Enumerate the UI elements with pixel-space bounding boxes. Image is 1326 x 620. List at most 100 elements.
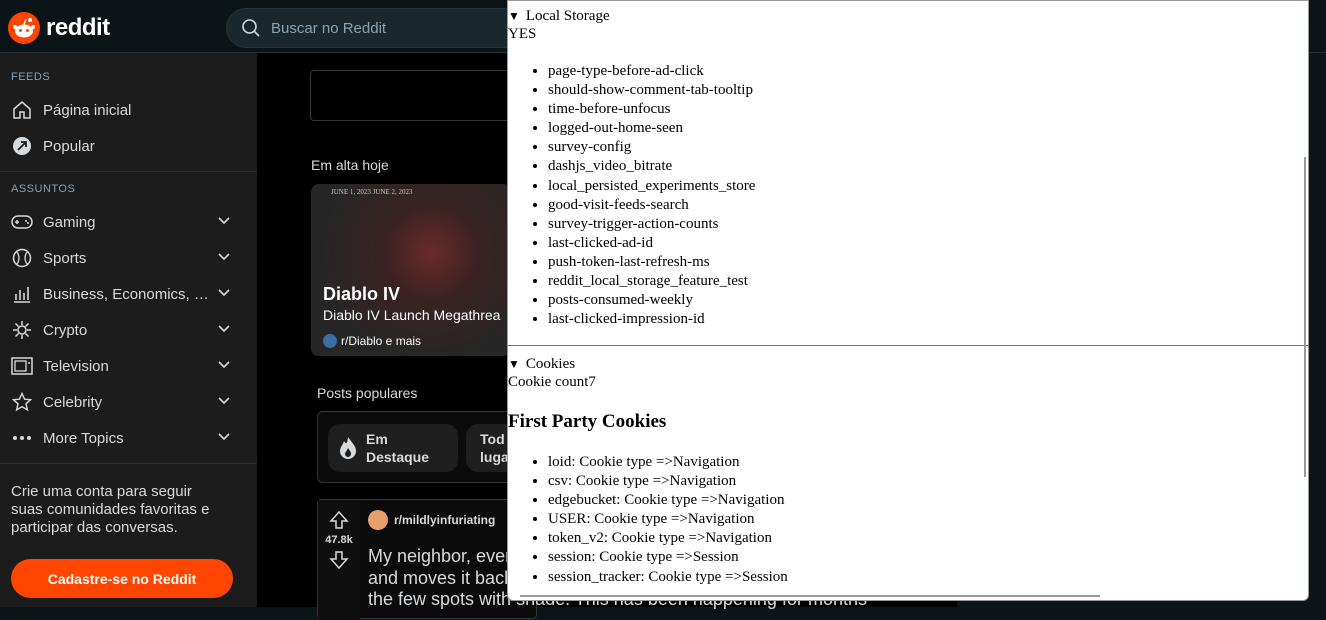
trending-card-image bbox=[311, 184, 511, 356]
subreddit-avatar[interactable] bbox=[368, 510, 388, 530]
list-item: dashjs_video_bitrate bbox=[548, 157, 755, 176]
local-storage-label: Local Storage bbox=[525, 8, 610, 24]
list-item: reddit_local_storage_feature_test bbox=[548, 272, 755, 291]
feeds-heading: FEEDS bbox=[11, 71, 51, 83]
left-sidebar: FEEDS Página inicial Popular ASSUNTOS Ga… bbox=[0, 53, 257, 607]
triangle-down-icon: ▼ bbox=[508, 9, 520, 23]
list-item: session: Cookie type =>Session bbox=[548, 548, 788, 567]
triangle-down-icon: ▼ bbox=[508, 357, 520, 371]
logo-text: reddit bbox=[46, 14, 110, 41]
sidebar-item-label: Business, Economics, a... bbox=[43, 285, 213, 303]
list-item: posts-consumed-weekly bbox=[548, 291, 755, 310]
tab-em-destaque[interactable]: Em Destaque bbox=[328, 424, 458, 472]
reddit-logo[interactable]: reddit bbox=[8, 12, 110, 44]
search-bar[interactable] bbox=[226, 8, 526, 48]
sidebar-item-business[interactable]: Business, Economics, a... bbox=[0, 276, 257, 312]
list-item: token_v2: Cookie type =>Navigation bbox=[548, 529, 788, 548]
tv-icon bbox=[11, 355, 33, 377]
sidebar-item-home[interactable]: Página inicial bbox=[0, 92, 257, 128]
sidebar-item-popular[interactable]: Popular bbox=[0, 128, 257, 164]
chevron-down-icon[interactable] bbox=[217, 322, 231, 336]
search-input[interactable] bbox=[269, 18, 503, 38]
cookies-toggle[interactable]: ▼ Cookies bbox=[508, 356, 575, 373]
sidebar-item-television[interactable]: Television bbox=[0, 348, 257, 384]
list-item: page-type-before-ad-click bbox=[548, 62, 755, 81]
trending-heading: Em alta hoje bbox=[311, 157, 389, 173]
list-item: session_tracker: Cookie type =>Session bbox=[548, 568, 788, 587]
cookies-label: Cookies bbox=[525, 356, 576, 372]
sidebar-item-label: Sports bbox=[43, 249, 87, 267]
list-item: last-clicked-impression-id bbox=[548, 310, 755, 329]
list-item: edgebucket: Cookie type =>Navigation bbox=[548, 491, 788, 510]
search-icon bbox=[242, 19, 260, 37]
popular-posts-heading: Posts populares bbox=[317, 385, 418, 401]
list-item: good-visit-feeds-search bbox=[548, 196, 755, 215]
sidebar-divider bbox=[0, 463, 257, 464]
list-item: USER: Cookie type =>Navigation bbox=[548, 510, 788, 529]
downvote-icon[interactable] bbox=[329, 550, 349, 570]
topics-heading: ASSUNTOS bbox=[11, 183, 76, 195]
sidebar-divider bbox=[0, 171, 257, 172]
local-storage-key-list: page-type-before-ad-click should-show-co… bbox=[530, 62, 755, 329]
chevron-down-icon[interactable] bbox=[217, 430, 231, 444]
list-item: survey-trigger-action-counts bbox=[548, 215, 755, 234]
chart-icon bbox=[11, 283, 33, 305]
vote-column: 47.8k bbox=[318, 500, 360, 620]
list-item: csv: Cookie type =>Navigation bbox=[548, 472, 788, 491]
card-dates: JUNE 1, 2023 JUNE 2, 2023 bbox=[331, 188, 413, 196]
signup-cta-text: Crie uma conta para seguir suas comunida… bbox=[11, 483, 210, 536]
chevron-down-icon[interactable] bbox=[217, 214, 231, 228]
sidebar-item-gaming[interactable]: Gaming bbox=[0, 204, 257, 240]
sidebar-item-label: Popular bbox=[43, 137, 95, 155]
sidebar-item-label: Crypto bbox=[43, 321, 88, 339]
popular-icon bbox=[11, 135, 33, 157]
sidebar-item-more-topics[interactable]: More Topics bbox=[0, 420, 257, 456]
flame-icon bbox=[340, 437, 356, 459]
crypto-icon bbox=[11, 319, 33, 341]
sort-tabs: Em Destaque Tod luga bbox=[317, 411, 526, 483]
trending-card[interactable]: JUNE 1, 2023 JUNE 2, 2023 Diablo IV Diab… bbox=[311, 184, 511, 356]
tab-label: Tod luga bbox=[480, 431, 509, 465]
sidebar-item-label: Celebrity bbox=[43, 393, 103, 411]
signup-button[interactable]: Cadastre-se no Reddit bbox=[11, 559, 233, 598]
first-party-heading: First Party Cookies bbox=[508, 411, 667, 432]
sidebar-item-crypto[interactable]: Crypto bbox=[0, 312, 257, 348]
sidebar-item-sports[interactable]: Sports bbox=[0, 240, 257, 276]
home-icon bbox=[11, 99, 33, 121]
vote-count: 47.8k bbox=[325, 534, 353, 546]
sidebar-item-celebrity[interactable]: Celebrity bbox=[0, 384, 257, 420]
local-storage-toggle[interactable]: ▼ Local Storage bbox=[508, 8, 610, 25]
chevron-down-icon[interactable] bbox=[217, 250, 231, 264]
card-community[interactable]: r/Diablo e mais bbox=[323, 334, 421, 348]
subreddit-link[interactable]: r/mildlyinfuriating bbox=[394, 513, 495, 527]
upvote-icon[interactable] bbox=[329, 510, 349, 530]
ball-icon bbox=[11, 247, 33, 269]
search-results-box[interactable] bbox=[310, 70, 530, 121]
star-icon bbox=[11, 391, 33, 413]
reddit-snoo-icon bbox=[8, 12, 40, 44]
gamepad-icon bbox=[11, 211, 33, 233]
list-item: logged-out-home-seen bbox=[548, 119, 755, 138]
list-item: last-clicked-ad-id bbox=[548, 234, 755, 253]
vertical-scrollbar[interactable] bbox=[1304, 157, 1306, 477]
cookie-count: Cookie count7 bbox=[508, 374, 596, 390]
list-item: local_persisted_experiments_store bbox=[548, 177, 755, 196]
more-icon bbox=[11, 427, 33, 449]
cookie-list: loid: Cookie type =>Navigation csv: Cook… bbox=[530, 453, 788, 587]
list-item: push-token-last-refresh-ms bbox=[548, 253, 755, 272]
storage-inspector-panel: ▼ Local Storage YES page-type-before-ad-… bbox=[507, 0, 1309, 601]
section-divider bbox=[508, 345, 1308, 346]
chevron-down-icon[interactable] bbox=[217, 286, 231, 300]
tab-label: Em Destaque bbox=[366, 431, 430, 465]
list-item: loid: Cookie type =>Navigation bbox=[548, 453, 788, 472]
chevron-down-icon[interactable] bbox=[217, 358, 231, 372]
post-card[interactable]: 47.8k r/mildlyinfuriating My neighbor, e… bbox=[317, 499, 867, 620]
community-name: r/Diablo e mais bbox=[341, 334, 422, 348]
list-item: time-before-unfocus bbox=[548, 100, 755, 119]
card-subtitle: Diablo IV Launch Megathrea bbox=[323, 307, 501, 323]
horizontal-scrollbar[interactable] bbox=[520, 595, 1100, 597]
sidebar-item-label: More Topics bbox=[43, 429, 124, 447]
chevron-down-icon[interactable] bbox=[217, 394, 231, 408]
community-avatar bbox=[323, 334, 337, 348]
list-item: should-show-comment-tab-tooltip bbox=[548, 81, 755, 100]
